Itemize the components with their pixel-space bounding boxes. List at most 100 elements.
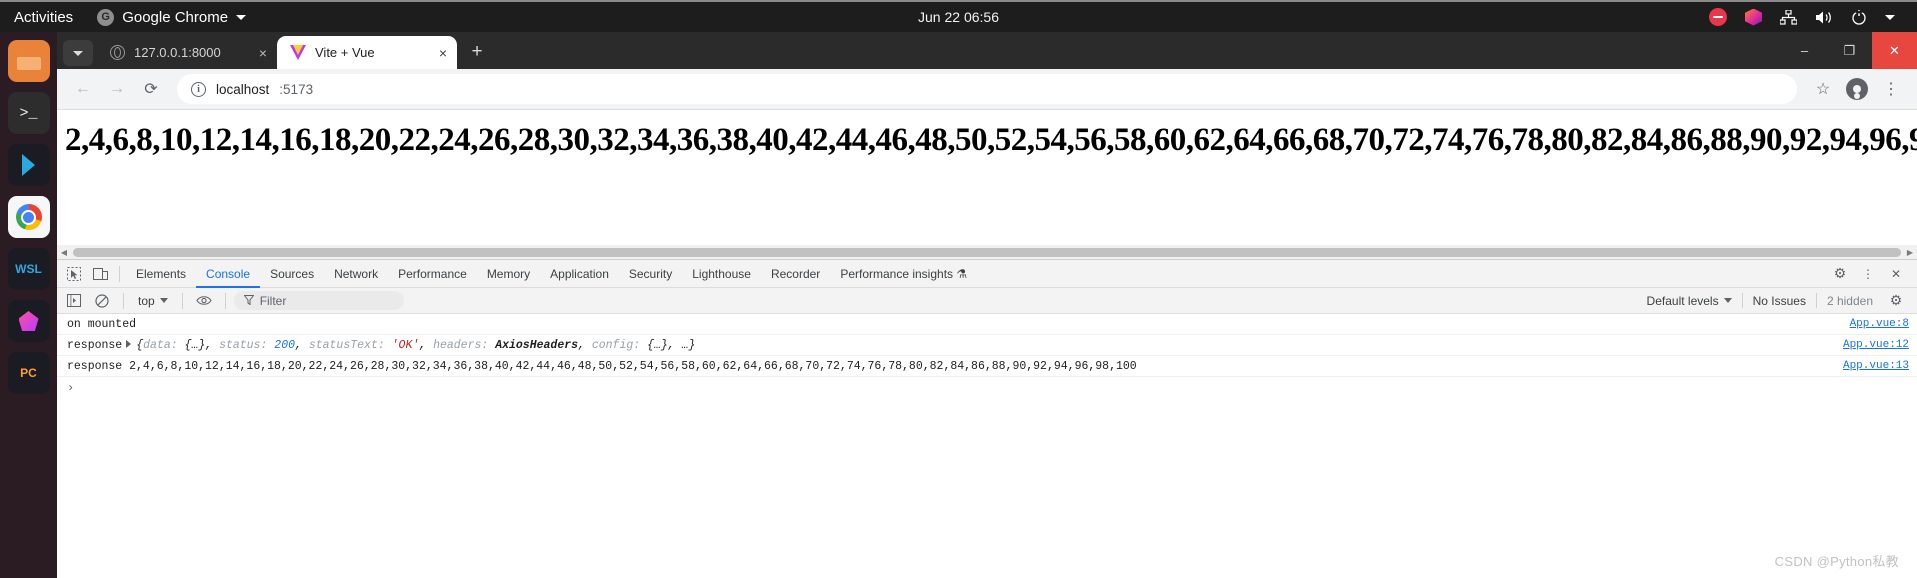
- site-info-icon[interactable]: i: [191, 81, 206, 97]
- forward-button[interactable]: →: [101, 73, 133, 105]
- console-filter-input[interactable]: Filter: [233, 291, 404, 310]
- console-toolbar: top Filter Default levels No Issues 2 hi…: [57, 288, 1917, 314]
- object-key-headers: headers:: [433, 338, 496, 352]
- object-key-data: data:: [143, 338, 185, 352]
- console-row[interactable]: on mounted App.vue:8: [57, 314, 1917, 335]
- console-context-label: top: [138, 293, 155, 308]
- reload-button[interactable]: ⟳: [135, 73, 167, 105]
- chevron-down-icon[interactable]: [1885, 14, 1895, 20]
- devtools-tab-application[interactable]: Application: [540, 260, 619, 288]
- devtools-tab-security[interactable]: Security: [619, 260, 682, 288]
- browser-tab-2[interactable]: Vite + Vue ×: [277, 36, 457, 69]
- page-viewport: 2,4,6,8,10,12,14,16,18,20,22,24,26,28,30…: [57, 109, 1917, 259]
- object-key-statustext: statusText:: [308, 338, 392, 352]
- avatar-icon: [1846, 78, 1868, 100]
- live-expression-eye-icon[interactable]: [191, 289, 217, 313]
- devtools-tab-network[interactable]: Network: [324, 260, 388, 288]
- do-not-disturb-icon[interactable]: [1709, 8, 1727, 26]
- devtools-tab-performance-insights[interactable]: Performance insights ⚗: [830, 260, 977, 288]
- address-bar-url: localhost: [216, 81, 270, 97]
- app-menu-google-chrome[interactable]: G Google Chrome: [97, 8, 247, 26]
- hidden-messages-count[interactable]: 2 hidden: [1817, 294, 1883, 308]
- devtools-tab-memory[interactable]: Memory: [477, 260, 540, 288]
- app-menu-label: Google Chrome: [122, 8, 229, 26]
- maximize-button[interactable]: ❐: [1827, 32, 1872, 69]
- close-devtools-icon[interactable]: ✕: [1883, 262, 1909, 286]
- vscode-icon: [22, 154, 35, 176]
- chrome-window: 127.0.0.1:8000 × Vite + Vue × + – ❐ ✕ ← …: [57, 32, 1917, 578]
- tab-strip: 127.0.0.1:8000 × Vite + Vue × + – ❐ ✕: [57, 32, 1917, 69]
- horizontal-scrollbar[interactable]: ◀ ▶: [57, 245, 1917, 259]
- scroll-right-icon[interactable]: ▶: [1903, 248, 1917, 257]
- chevron-down-icon: [1723, 298, 1732, 303]
- console-levels-dropdown[interactable]: Default levels: [1637, 294, 1742, 308]
- chevron-down-icon: [236, 14, 247, 20]
- issues-counter[interactable]: No Issues: [1743, 294, 1816, 308]
- bookmark-star-icon[interactable]: ☆: [1807, 73, 1839, 105]
- expand-arrow-icon[interactable]: [126, 339, 132, 348]
- object-value-statustext: 'OK': [391, 338, 420, 352]
- devtools-tab-elements[interactable]: Elements: [126, 260, 196, 288]
- chrome-icon: G: [97, 8, 115, 26]
- separator: ,: [295, 338, 309, 352]
- clock[interactable]: Jun 22 06:56: [0, 9, 1917, 25]
- object-key-status: status:: [219, 338, 275, 352]
- console-row[interactable]: response {data: {…}, status: 200, statusT…: [57, 335, 1917, 356]
- dock-item-wsl[interactable]: WSL: [7, 248, 50, 290]
- browser-toolbar: ← → ⟳ i localhost :5173 ☆ ⋮: [57, 69, 1917, 109]
- dock: >_ WSL PC: [0, 32, 57, 578]
- devtools-settings-icon[interactable]: ⚙: [1827, 262, 1853, 286]
- minimize-button[interactable]: –: [1782, 32, 1827, 69]
- close-window-button[interactable]: ✕: [1872, 32, 1917, 69]
- browser-tab-1[interactable]: 127.0.0.1:8000 ×: [97, 36, 277, 69]
- devtools-tab-performance[interactable]: Performance: [388, 260, 477, 288]
- devtools-tab-console[interactable]: Console: [196, 260, 260, 288]
- devtools-tab-recorder[interactable]: Recorder: [761, 260, 830, 288]
- cube-icon[interactable]: [1745, 8, 1762, 26]
- console-levels-label: Default levels: [1646, 293, 1719, 308]
- console-settings-gear-icon[interactable]: ⚙: [1883, 289, 1909, 313]
- back-button[interactable]: ←: [67, 73, 99, 105]
- more-options-icon[interactable]: ⋮: [1855, 262, 1881, 286]
- console-context-selector[interactable]: top: [132, 294, 174, 308]
- console-row[interactable]: response 2,4,6,8,10,12,14,16,18,20,22,24…: [57, 356, 1917, 377]
- divider: [181, 292, 183, 309]
- vite-icon: [290, 45, 306, 60]
- profile-avatar[interactable]: [1841, 73, 1873, 105]
- console-message-prefix: response: [67, 338, 123, 352]
- scroll-left-icon[interactable]: ◀: [57, 248, 71, 257]
- dock-item-vscode[interactable]: [7, 144, 50, 186]
- dock-item-pycharm[interactable]: PC: [7, 352, 50, 394]
- devtools-tab-sources[interactable]: Sources: [260, 260, 324, 288]
- activities-button[interactable]: Activities: [14, 9, 73, 26]
- console-sidebar-icon[interactable]: [61, 289, 87, 313]
- scrollbar-thumb[interactable]: [73, 247, 1901, 257]
- toggle-device-toolbar-icon[interactable]: [87, 262, 113, 286]
- address-bar-port: :5173: [279, 81, 314, 97]
- power-icon[interactable]: [1851, 9, 1867, 25]
- divider: [119, 265, 120, 282]
- console-source-link[interactable]: App.vue:8: [1840, 317, 1909, 332]
- inspect-element-icon[interactable]: [61, 262, 87, 286]
- dock-item-pink-app[interactable]: [7, 300, 50, 342]
- dock-item-terminal[interactable]: >_: [7, 92, 50, 134]
- clear-console-icon[interactable]: [89, 289, 115, 313]
- console-prompt[interactable]: ›: [57, 377, 1917, 399]
- devtools-tab-lighthouse[interactable]: Lighthouse: [682, 260, 761, 288]
- address-bar[interactable]: i localhost :5173: [177, 74, 1797, 104]
- new-tab-button[interactable]: +: [463, 38, 491, 66]
- chrome-menu-button[interactable]: ⋮: [1875, 73, 1907, 105]
- globe-icon: [110, 45, 125, 60]
- network-icon[interactable]: [1780, 9, 1797, 25]
- object-close-brace: , …}: [667, 338, 696, 352]
- console-source-link[interactable]: App.vue:12: [1833, 338, 1909, 353]
- close-icon[interactable]: ×: [439, 46, 447, 60]
- console-message: response {data: {…}, status: 200, statusT…: [67, 338, 1833, 353]
- console-source-link[interactable]: App.vue:13: [1833, 359, 1909, 374]
- tab-search-button[interactable]: [63, 40, 93, 66]
- dock-item-files[interactable]: [7, 40, 50, 82]
- dock-item-chrome[interactable]: [7, 196, 50, 238]
- separator: ,: [419, 338, 434, 352]
- volume-icon[interactable]: [1815, 10, 1833, 25]
- close-icon[interactable]: ×: [259, 46, 267, 60]
